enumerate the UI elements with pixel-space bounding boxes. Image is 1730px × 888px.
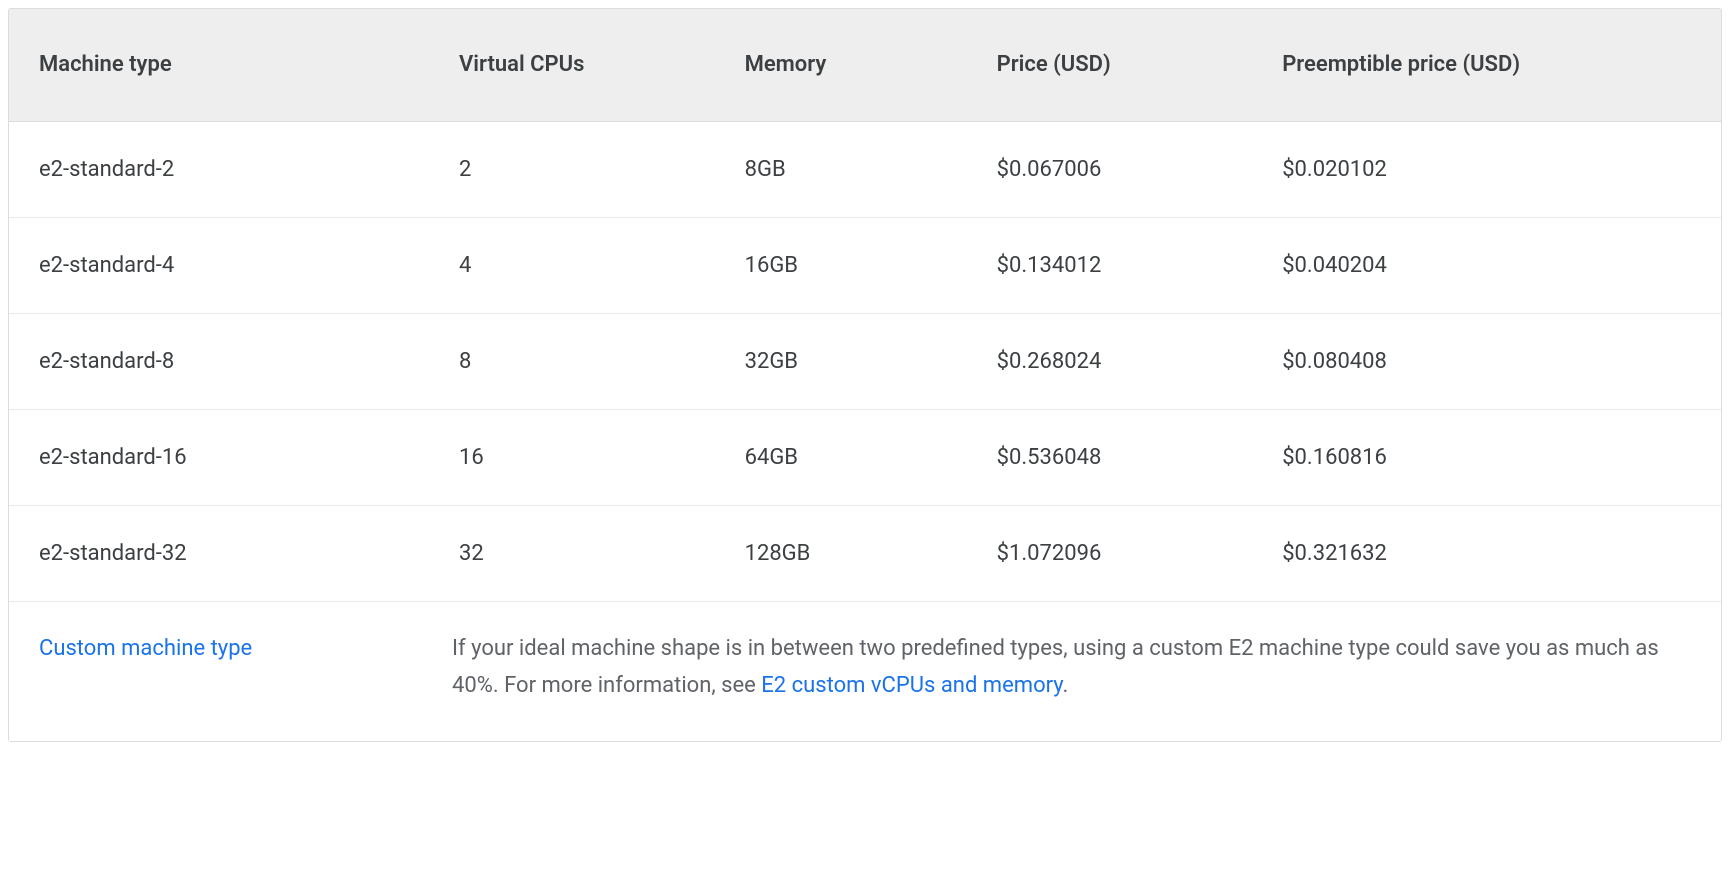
table-row: e2-standard-4 4 16GB $0.134012 $0.040204 (9, 218, 1721, 314)
header-memory: Memory (731, 46, 983, 83)
cell-machine-type: e2-standard-8 (25, 343, 445, 380)
header-preemptible-price: Preemptible price (USD) (1268, 46, 1705, 83)
cell-price: $0.134012 (983, 247, 1269, 284)
header-vcpus: Virtual CPUs (445, 46, 731, 83)
table-header: Machine type Virtual CPUs Memory Price (… (9, 9, 1721, 122)
cell-memory: 64GB (731, 439, 983, 476)
cell-vcpus: 8 (445, 343, 731, 380)
cell-price: $0.536048 (983, 439, 1269, 476)
table-row: e2-standard-16 16 64GB $0.536048 $0.1608… (9, 410, 1721, 506)
cell-preemptible-price: $0.040204 (1268, 247, 1705, 284)
header-price: Price (USD) (983, 46, 1269, 83)
cell-machine-type: e2-standard-32 (25, 535, 445, 572)
table-row: e2-standard-2 2 8GB $0.067006 $0.020102 (9, 122, 1721, 218)
cell-preemptible-price: $0.160816 (1268, 439, 1705, 476)
cell-machine-type: e2-standard-2 (25, 151, 445, 188)
cell-machine-type: e2-standard-16 (25, 439, 445, 476)
custom-machine-type-link[interactable]: Custom machine type (39, 636, 252, 661)
cell-preemptible-price: $0.321632 (1268, 535, 1705, 572)
cell-memory: 128GB (731, 535, 983, 572)
cell-preemptible-price: $0.020102 (1268, 151, 1705, 188)
header-machine-type: Machine type (25, 46, 445, 83)
cell-memory: 32GB (731, 343, 983, 380)
cell-memory: 16GB (731, 247, 983, 284)
custom-machine-type-row: Custom machine type If your ideal machin… (9, 602, 1721, 741)
e2-custom-vcpus-link[interactable]: E2 custom vCPUs and memory (761, 673, 1062, 698)
cell-machine-type: e2-standard-4 (25, 247, 445, 284)
cell-vcpus: 32 (445, 535, 731, 572)
table-row: e2-standard-32 32 128GB $1.072096 $0.321… (9, 506, 1721, 602)
footer-text-after: . (1063, 673, 1069, 698)
cell-vcpus: 4 (445, 247, 731, 284)
cell-price: $0.268024 (983, 343, 1269, 380)
custom-machine-type-description: If your ideal machine shape is in betwee… (452, 630, 1691, 705)
cell-preemptible-price: $0.080408 (1268, 343, 1705, 380)
table-row: e2-standard-8 8 32GB $0.268024 $0.080408 (9, 314, 1721, 410)
pricing-table: Machine type Virtual CPUs Memory Price (… (8, 8, 1722, 742)
cell-price: $0.067006 (983, 151, 1269, 188)
cell-vcpus: 16 (445, 439, 731, 476)
cell-vcpus: 2 (445, 151, 731, 188)
header-row: Machine type Virtual CPUs Memory Price (… (9, 9, 1721, 121)
cell-price: $1.072096 (983, 535, 1269, 572)
cell-memory: 8GB (731, 151, 983, 188)
table-body: e2-standard-2 2 8GB $0.067006 $0.020102 … (9, 122, 1721, 741)
